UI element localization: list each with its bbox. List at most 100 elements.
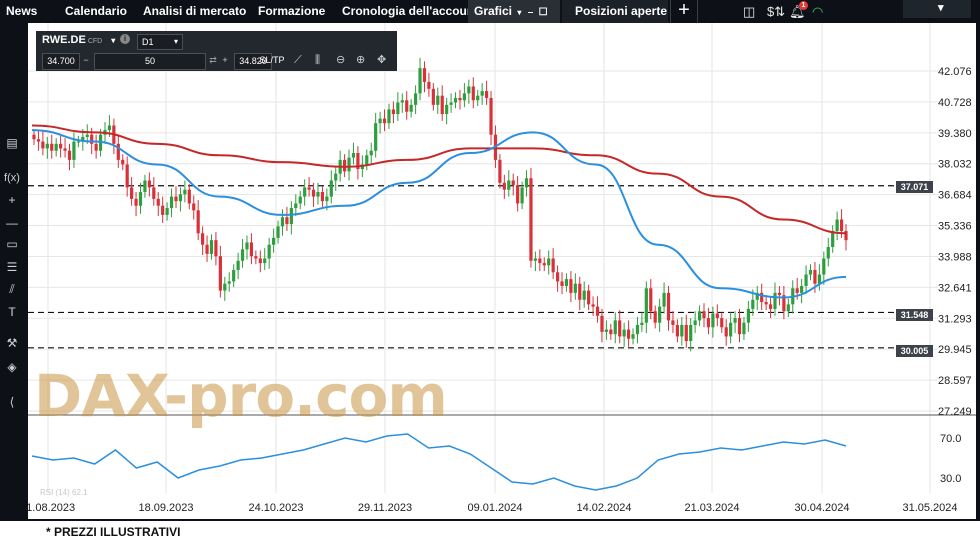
candle-body xyxy=(196,210,200,234)
rectangle-tool-icon[interactable]: ▭ xyxy=(0,237,24,251)
candle-body xyxy=(174,196,178,202)
add-tab-button[interactable]: + xyxy=(670,0,698,23)
candle-body xyxy=(94,143,98,151)
timeframe-label: D1 xyxy=(142,37,154,47)
candle-body xyxy=(604,329,608,332)
candle-body xyxy=(804,274,808,287)
tab-news[interactable]: News xyxy=(6,0,37,23)
date-tick-label: 31.05.2024 xyxy=(902,502,957,514)
candle-body xyxy=(795,288,799,293)
level-label-2: 31.548 xyxy=(896,309,933,321)
price-tick-label: 35.336 xyxy=(938,221,972,233)
indicator-fx-icon[interactable]: f(x) xyxy=(0,172,24,184)
account-caret-icon[interactable]: ▾ xyxy=(938,1,944,14)
candle-body xyxy=(178,194,183,202)
rsi-line xyxy=(31,433,847,491)
rsi-axis: 70.0 30.0 xyxy=(940,433,961,485)
line-chart-icon[interactable]: ⟋ xyxy=(294,53,302,68)
restore-icon[interactable]: ☐ xyxy=(539,7,548,18)
candle-body xyxy=(737,318,742,335)
minimize-icon[interactable]: – xyxy=(528,7,534,18)
bid-price-button[interactable]: 34.700 xyxy=(42,53,80,70)
volume-input[interactable]: 50 xyxy=(94,53,206,70)
zoom-out-icon[interactable]: ⊖ xyxy=(336,53,345,68)
timeframe-selector[interactable]: D1 ▾ xyxy=(137,34,183,50)
candle-body xyxy=(72,141,76,160)
layout-icon[interactable]: ◫ xyxy=(743,0,755,23)
candle-body xyxy=(334,173,338,181)
line-tool-icon[interactable]: — xyxy=(0,216,24,230)
candle-body xyxy=(236,260,240,270)
info-icon[interactable]: i xyxy=(120,34,130,44)
candle-body xyxy=(675,324,679,337)
crosshair-icon[interactable]: + xyxy=(0,193,24,207)
tab-cronologia-account[interactable]: Cronologia dell'account xyxy=(342,0,478,23)
volume-increase-button[interactable]: + xyxy=(219,53,231,68)
layers-icon[interactable]: ◈ xyxy=(0,360,24,374)
sltp-button[interactable]: SL/TP xyxy=(259,53,285,68)
date-tick-label: 14.02.2024 xyxy=(576,502,631,514)
tab-posizioni-aperte[interactable]: Posizioni aperte xyxy=(562,0,668,23)
volume-reset-icon[interactable]: ⇄ xyxy=(207,53,219,68)
tab-posizioni-aperte-label: Posizioni aperte xyxy=(575,4,668,18)
candle-body xyxy=(183,189,187,195)
tools-icon[interactable]: ⚒ xyxy=(0,336,24,350)
candle-body xyxy=(138,191,143,206)
candle-body xyxy=(533,258,537,261)
candle-body xyxy=(320,191,325,202)
timeframe-caret-icon: ▾ xyxy=(173,37,178,46)
move-icon[interactable]: ✥ xyxy=(377,53,386,68)
candle-type-icon[interactable]: ⫼ xyxy=(315,53,320,68)
candle-body xyxy=(351,153,356,158)
price-tick-label: 33.988 xyxy=(938,251,972,263)
candle-body xyxy=(152,187,156,199)
candle-body xyxy=(835,219,839,231)
footer-note: * PREZZI ILLUSTRATIVI xyxy=(46,525,181,539)
candle-body xyxy=(387,109,391,124)
date-tick-label: 11.08.2023 xyxy=(28,502,75,514)
right-border xyxy=(976,23,980,519)
candle-body xyxy=(662,292,666,307)
price-tick-label: 28.597 xyxy=(938,375,972,387)
price-chart[interactable]: 42.076 40.728 39.380 38.032 36.684 35.336 33.9… xyxy=(28,23,976,519)
pitchfork-icon[interactable]: ⫽ xyxy=(0,282,24,297)
currency-icon[interactable]: $⇅ xyxy=(767,0,785,23)
candle-body xyxy=(436,95,440,105)
symbol-caret-icon[interactable]: ▾ xyxy=(111,36,115,45)
watermark: DAX-pro.com xyxy=(34,362,448,430)
candle-body xyxy=(147,180,151,188)
volume-decrease-button[interactable]: − xyxy=(80,53,92,68)
text-tool-icon[interactable]: T xyxy=(0,305,24,319)
tab-formazione[interactable]: Formazione xyxy=(258,0,325,23)
zoom-in-icon[interactable]: ⊕ xyxy=(356,53,365,68)
symbol-selector[interactable]: RWE.DE CFD ▾ xyxy=(42,34,115,46)
candle-body xyxy=(626,329,631,339)
candle-body xyxy=(223,283,227,291)
candle-body xyxy=(63,148,67,151)
tab-analisi-di-mercato[interactable]: Analisi di mercato xyxy=(143,0,246,23)
candle-body xyxy=(343,159,347,172)
tab-grafici[interactable]: Grafici ▾ – ☐ ✕ xyxy=(468,0,560,42)
caret-down-icon[interactable]: ▾ xyxy=(517,8,521,17)
fibonacci-icon[interactable]: ☰ xyxy=(0,260,24,274)
candle-body xyxy=(671,320,675,325)
candle-body xyxy=(298,196,302,204)
candle-body xyxy=(724,327,728,337)
candle-body xyxy=(555,272,560,282)
candle-body xyxy=(85,134,89,137)
candle-body xyxy=(263,258,267,264)
window-icon[interactable]: ▤ xyxy=(0,136,24,150)
candle-body xyxy=(742,322,746,335)
candle-body xyxy=(551,258,555,273)
account-selector[interactable] xyxy=(903,0,971,18)
tab-calendario[interactable]: Calendario xyxy=(65,0,127,23)
share-icon[interactable]: ⟨ xyxy=(0,395,24,409)
candle-body xyxy=(431,88,435,105)
level-label-3: 30.005 xyxy=(896,345,933,357)
candle-body xyxy=(618,320,622,337)
candle-body xyxy=(653,311,657,323)
candle-body xyxy=(192,203,196,211)
candle-body xyxy=(773,292,777,309)
candle-body xyxy=(245,242,249,250)
top-navigation: News Calendario Analisi di mercato Forma… xyxy=(0,0,980,42)
